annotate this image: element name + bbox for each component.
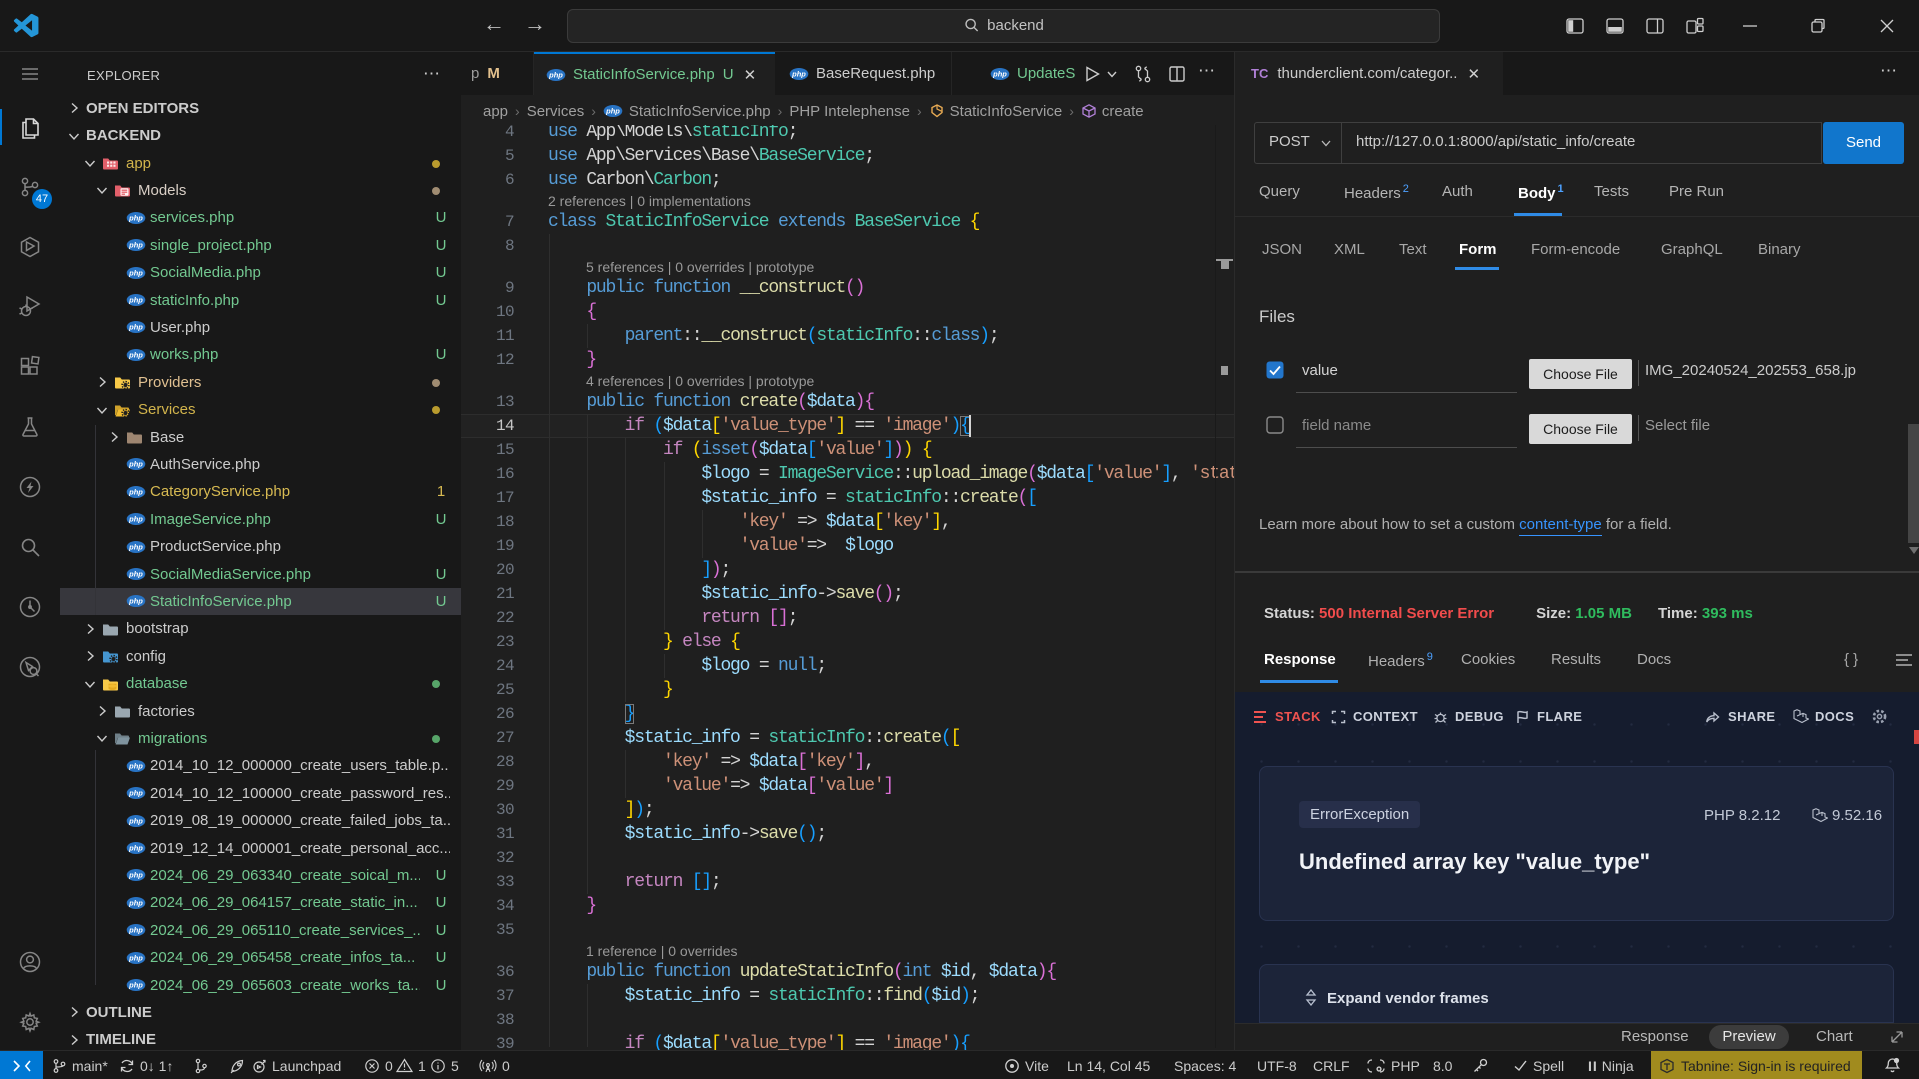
svg-text:php: php	[992, 69, 1007, 78]
svg-text:php: php	[128, 241, 143, 250]
svg-text:php: php	[128, 926, 143, 935]
svg-text:php: php	[128, 898, 143, 907]
svg-text:php: php	[128, 816, 143, 825]
svg-text:php: php	[128, 268, 143, 277]
svg-text:php: php	[128, 844, 143, 853]
svg-text:php: php	[128, 597, 143, 606]
svg-text:php: php	[128, 542, 143, 551]
svg-text:php: php	[128, 487, 143, 496]
svg-text:php: php	[548, 70, 563, 79]
svg-text:php: php	[128, 460, 143, 469]
svg-text:php: php	[128, 296, 143, 305]
svg-text:php: php	[605, 107, 620, 116]
svg-text:php: php	[128, 953, 143, 962]
svg-text:php: php	[128, 570, 143, 579]
svg-text:php: php	[128, 871, 143, 880]
svg-text:php: php	[128, 515, 143, 524]
svg-text:php: php	[128, 213, 143, 222]
svg-text:php: php	[128, 789, 143, 798]
svg-text:php: php	[791, 69, 806, 78]
svg-text:php: php	[128, 350, 143, 359]
svg-text:php: php	[128, 323, 143, 332]
svg-text:php: php	[128, 981, 143, 990]
svg-text:php: php	[128, 761, 143, 770]
